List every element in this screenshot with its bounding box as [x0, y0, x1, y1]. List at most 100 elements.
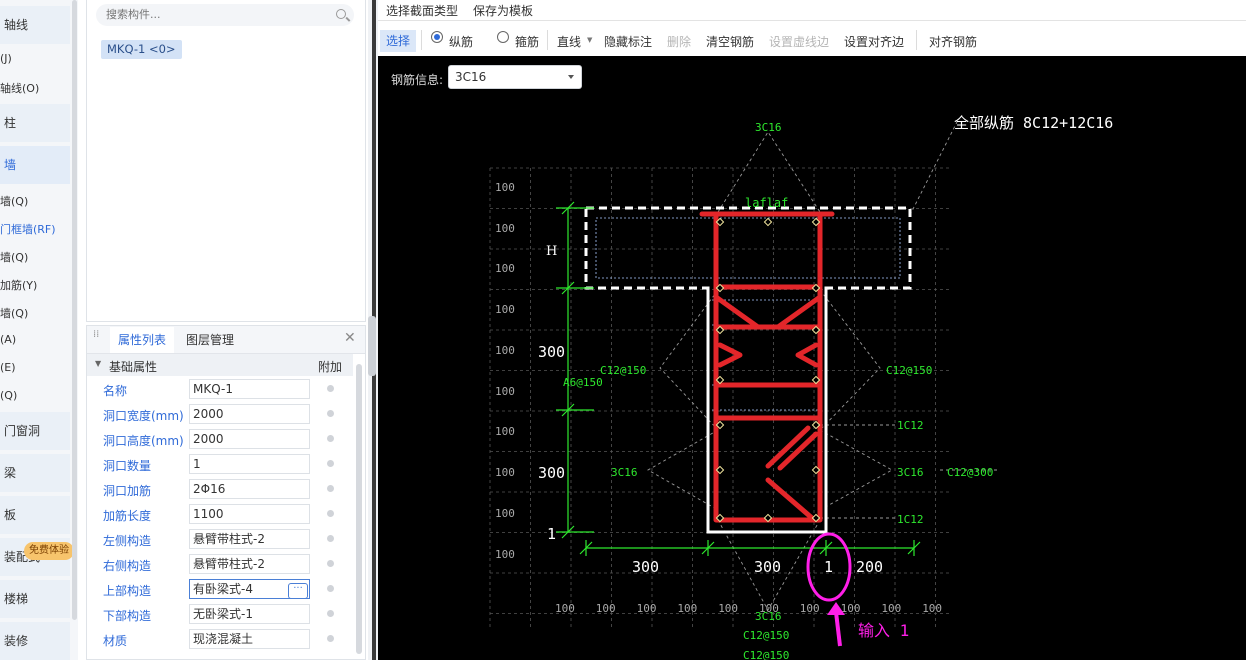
rebar-info-label: 钢筋信息:: [391, 73, 444, 87]
extra-checkbox[interactable]: [327, 435, 334, 442]
longitudinal-radio[interactable]: [431, 31, 443, 43]
select-button[interactable]: 选择: [380, 30, 416, 52]
trial-badge[interactable]: 免费体验: [24, 542, 74, 560]
nav-item-slab[interactable]: 板: [0, 496, 70, 534]
nav-sub-item[interactable]: 墙(Q): [0, 249, 28, 265]
extra-checkbox[interactable]: [327, 460, 334, 467]
extra-checkbox[interactable]: [327, 560, 334, 567]
extra-checkbox[interactable]: [327, 510, 334, 517]
bottom-dim-300-a: 300: [632, 558, 659, 576]
line-dropdown-button[interactable]: 直线: [557, 33, 581, 50]
nav-item-stairs[interactable]: 楼梯: [0, 580, 70, 618]
leader-right-c12: [819, 289, 881, 431]
nav-label: 墙: [4, 158, 17, 172]
align-rebar-button[interactable]: 对齐钢筋: [929, 33, 977, 50]
chevron-down-icon[interactable]: ▼: [587, 36, 592, 44]
set-align-edge-button[interactable]: 设置对齐边: [844, 33, 904, 50]
nav-scrollbar[interactable]: [72, 0, 77, 620]
grid-tick-label: 100: [495, 222, 515, 235]
hide-dims-button[interactable]: 隐藏标注: [604, 33, 652, 50]
nav-item-beam[interactable]: 梁: [0, 454, 70, 492]
nav-sub-item[interactable]: (Q): [0, 389, 17, 402]
bottom-dim-200: 200: [856, 558, 883, 576]
property-value-field[interactable]: 现浇混凝土: [189, 629, 310, 649]
property-value-field[interactable]: 2000: [189, 404, 310, 424]
nav-item-axis[interactable]: 轴线: [0, 6, 70, 44]
nav-sub-item[interactable]: 墙(Q): [0, 193, 28, 209]
property-value-field[interactable]: 无卧梁式-1: [189, 604, 310, 624]
nav-item-wall[interactable]: 墙: [0, 146, 70, 184]
nav-item-openings[interactable]: 门窗洞: [0, 412, 70, 450]
chevron-down-icon[interactable]: [568, 75, 574, 79]
dim-300-lower: 300: [538, 464, 565, 482]
rebar-points: [715, 217, 821, 523]
right-1c12-top-label: 1C12: [897, 419, 924, 432]
nav-sub-item[interactable]: (A): [0, 333, 16, 346]
delete-button[interactable]: 删除: [667, 33, 691, 50]
rebar-point[interactable]: [763, 217, 773, 227]
rebar-group: [699, 211, 835, 523]
property-value-field[interactable]: 1100: [189, 504, 310, 524]
grid-tick-label: 100: [922, 602, 942, 615]
nav-sub-item-active[interactable]: 门框墙(RF): [0, 221, 56, 237]
rebar-info-select[interactable]: 3C16: [448, 65, 582, 89]
tab-layers[interactable]: 图层管理: [178, 327, 242, 353]
property-value-field[interactable]: 悬臂带柱式-2: [189, 554, 310, 574]
property-value-field[interactable]: 1: [189, 454, 310, 474]
stirrup-label[interactable]: 箍筋: [515, 33, 539, 50]
component-item-selected[interactable]: MKQ-1 <0>: [101, 40, 182, 59]
dimension-lines: [556, 201, 921, 556]
menu-select-section-type[interactable]: 选择截面类型: [386, 2, 458, 19]
extra-checkbox[interactable]: [327, 535, 334, 542]
dim-extension: [556, 207, 594, 533]
property-name: 材质: [103, 634, 128, 648]
cover-lines-web: [712, 299, 822, 411]
stirrup-radio[interactable]: [497, 31, 509, 43]
set-dashed-edge-button[interactable]: 设置虚线边: [769, 33, 829, 50]
properties-scrollbar[interactable]: [356, 364, 362, 654]
longitudinal-label[interactable]: 纵筋: [449, 33, 473, 50]
nav-sub-item[interactable]: (E): [0, 361, 16, 374]
search-icon[interactable]: [336, 9, 346, 19]
extra-checkbox[interactable]: [327, 485, 334, 492]
splitter-grip[interactable]: [368, 316, 376, 376]
stirrup-a6-label: A6@150: [563, 376, 603, 389]
nav-item-column[interactable]: 柱: [0, 104, 70, 142]
extra-checkbox[interactable]: [327, 410, 334, 417]
extra-checkbox[interactable]: [327, 585, 334, 592]
extra-checkbox[interactable]: [327, 385, 334, 392]
search-input[interactable]: [106, 8, 306, 21]
property-name: 洞口高度(mm): [103, 434, 184, 448]
drag-handle-icon[interactable]: ⁞⁞: [93, 330, 103, 345]
nav-sub-item[interactable]: (J): [0, 52, 12, 65]
toolbar-separator: [916, 30, 917, 50]
property-value-field[interactable]: 悬臂带柱式-2: [189, 529, 310, 549]
nav-sub-item[interactable]: 轴线(O): [0, 80, 39, 96]
clear-rebar-button[interactable]: 清空钢筋: [706, 33, 754, 50]
nav-item-decoration[interactable]: 装修: [0, 622, 70, 660]
close-icon[interactable]: ✕: [344, 330, 356, 346]
nav-sub-item[interactable]: 墙(Q): [0, 305, 28, 321]
extra-checkbox[interactable]: [327, 635, 334, 642]
right-1c12-bottom-label: 1C12: [897, 513, 924, 526]
drawing-canvas[interactable]: 100 100 100 100 100 100 100 100 100 100 100 100 100 1…: [378, 56, 1246, 660]
toolbar-separator: [547, 30, 548, 50]
grid-tick-label: 100: [495, 548, 515, 561]
property-value-field[interactable]: 2Φ16: [189, 479, 310, 499]
all-rebar-label: 全部纵筋 8C12+12C16: [954, 114, 1113, 132]
nav-sub-item[interactable]: 加筋(Y): [0, 277, 37, 293]
tab-properties[interactable]: 属性列表: [110, 327, 175, 353]
property-value-field[interactable]: MKQ-1: [189, 379, 310, 399]
nav-label: 板: [4, 508, 17, 522]
extra-checkbox[interactable]: [327, 610, 334, 617]
right-3c16-label: 3C16: [897, 466, 924, 479]
more-options-button[interactable]: ···: [288, 583, 308, 599]
property-value-field[interactable]: 2000: [189, 429, 310, 449]
caret-down-icon[interactable]: ▼: [95, 359, 101, 368]
grid-tick-label: 100: [800, 602, 820, 615]
toolbar-separator: [421, 30, 422, 50]
menu-save-as-template[interactable]: 保存为模板: [473, 2, 533, 19]
search-box[interactable]: [96, 4, 354, 26]
section-drawing[interactable]: 100 100 100 100 100 100 100 100 100 100 100 100 100 1…: [378, 56, 1246, 660]
property-name: 上部构造: [103, 584, 152, 598]
